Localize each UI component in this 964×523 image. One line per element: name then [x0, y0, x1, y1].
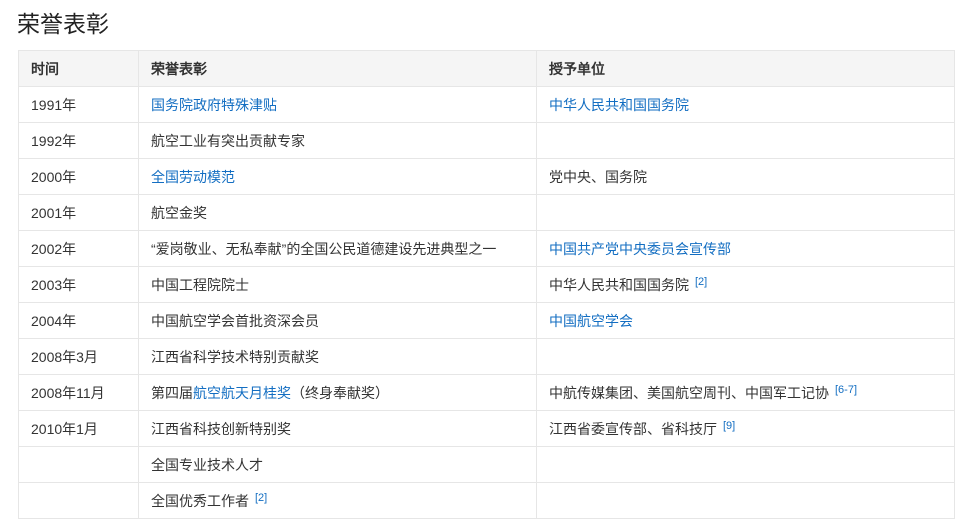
honor-text: 第四届: [151, 384, 193, 401]
table-row: 2001年 航空金奖: [18, 194, 955, 231]
table-row: 2004年 中国航空学会首批资深会员 中国航空学会: [18, 302, 955, 339]
table-row: 全国优秀工作者 [2]: [18, 482, 955, 519]
table-body: 1991年 国务院政府特殊津贴 中华人民共和国国务院 1992年 航空工业有突出贡献专家…: [18, 86, 955, 519]
cell-org: [536, 482, 955, 519]
page-title: 荣誉表彰: [17, 11, 109, 37]
table-row: 2002年 “爱岗敬业、无私奉献”的全国公民道德建设先进典型之一 中国共产党中央委员…: [18, 230, 955, 267]
honor-text: 中国航空学会首批资深会员: [151, 312, 319, 329]
cell-honor: 江西省科技创新特别奖: [138, 410, 537, 447]
cell-org: 中国航空学会: [536, 302, 955, 339]
cell-time: 2003年: [18, 266, 139, 303]
cell-time: 2010年1月: [18, 410, 139, 447]
cell-org: 中华人民共和国国务院: [536, 86, 955, 123]
table-row: 1992年 航空工业有突出贡献专家: [18, 122, 955, 159]
honor-text: 全国专业技术人才: [151, 456, 263, 473]
org-text: 江西省委宣传部、省科技厅: [549, 420, 717, 437]
cell-honor: 全国优秀工作者 [2]: [138, 482, 537, 519]
table-row: 2000年 全国劳动模范 党中央、国务院: [18, 158, 955, 195]
cell-org: [536, 194, 955, 231]
org-link[interactable]: 中国航空学会: [549, 313, 633, 329]
cell-time: 2000年: [18, 158, 139, 195]
table-row: 2003年 中国工程院院士 中华人民共和国国务院 [2]: [18, 266, 955, 303]
cell-time: 2004年: [18, 302, 139, 339]
citation-ref-link[interactable]: [6-7]: [835, 384, 857, 396]
cell-honor: 全国劳动模范: [138, 158, 537, 195]
org-text: 中航传媒集团、美国航空周刊、中国军工记协: [549, 384, 829, 401]
header-org: 授予单位: [536, 50, 955, 87]
cell-honor: 中国工程院院士: [138, 266, 537, 303]
honor-text: 全国优秀工作者: [151, 492, 249, 509]
header-honor: 荣誉表彰: [138, 50, 537, 87]
cell-time: [18, 446, 139, 483]
cell-time: 2008年11月: [18, 374, 139, 411]
cell-org: 江西省委宣传部、省科技厅 [9]: [536, 410, 955, 447]
cell-honor: “爱岗敬业、无私奉献”的全国公民道德建设先进典型之一: [138, 230, 537, 267]
cell-honor: 中国航空学会首批资深会员: [138, 302, 537, 339]
cell-honor: 航空工业有突出贡献专家: [138, 122, 537, 159]
honor-text: 江西省科学技术特别贡献奖: [151, 348, 319, 365]
honor-text: 中国工程院院士: [151, 276, 249, 293]
cell-time: [18, 482, 139, 519]
cell-org: [536, 338, 955, 375]
cell-time: 1991年: [18, 86, 139, 123]
cell-org: 党中央、国务院: [536, 158, 955, 195]
org-text: 党中央、国务院: [549, 168, 647, 185]
honor-text: 江西省科技创新特别奖: [151, 420, 291, 437]
honor-text: 航空工业有突出贡献专家: [151, 132, 305, 149]
table-row: 2010年1月 江西省科技创新特别奖 江西省委宣传部、省科技厅 [9]: [18, 410, 955, 447]
cell-org: 中华人民共和国国务院 [2]: [536, 266, 955, 303]
org-link[interactable]: 中国共产党中央委员会宣传部: [549, 241, 731, 257]
cell-honor: 国务院政府特殊津贴: [138, 86, 537, 123]
cell-org: 中航传媒集团、美国航空周刊、中国军工记协 [6-7]: [536, 374, 955, 411]
table-row: 2008年11月 第四届航空航天月桂奖（终身奉献奖） 中航传媒集团、美国航空周刊、中…: [18, 374, 955, 411]
honor-link[interactable]: 航空航天月桂奖: [193, 385, 291, 401]
cell-honor: 第四届航空航天月桂奖（终身奉献奖）: [138, 374, 537, 411]
citation-ref-link[interactable]: [2]: [255, 492, 267, 504]
cell-honor: 江西省科学技术特别贡献奖: [138, 338, 537, 375]
cell-honor: 航空金奖: [138, 194, 537, 231]
header-row: 时间 荣誉表彰 授予单位: [18, 50, 955, 87]
honor-text: （终身奉献奖）: [291, 384, 389, 401]
citation-ref-link[interactable]: [2]: [695, 276, 707, 288]
cell-time: 2008年3月: [18, 338, 139, 375]
table-row: 2008年3月 江西省科学技术特别贡献奖: [18, 338, 955, 375]
org-text: 中华人民共和国国务院: [549, 276, 689, 293]
cell-honor: 全国专业技术人才: [138, 446, 537, 483]
honor-link[interactable]: 全国劳动模范: [151, 169, 235, 185]
cell-org: [536, 122, 955, 159]
cell-org: 中国共产党中央委员会宣传部: [536, 230, 955, 267]
cell-org: [536, 446, 955, 483]
honor-table: 时间 荣誉表彰 授予单位 1991年 国务院政府特殊津贴 中华人民共和国国务院 199…: [18, 50, 955, 519]
cell-time: 2001年: [18, 194, 139, 231]
cell-time: 1992年: [18, 122, 139, 159]
citation-ref-link[interactable]: [9]: [723, 420, 735, 432]
honor-link[interactable]: 国务院政府特殊津贴: [151, 97, 277, 113]
table-row: 1991年 国务院政府特殊津贴 中华人民共和国国务院: [18, 86, 955, 123]
table-row: 全国专业技术人才: [18, 446, 955, 483]
cell-time: 2002年: [18, 230, 139, 267]
header-time: 时间: [18, 50, 139, 87]
org-link[interactable]: 中华人民共和国国务院: [549, 97, 689, 113]
honor-text: “爱岗敬业、无私奉献”的全国公民道德建设先进典型之一: [151, 240, 497, 257]
honor-text: 航空金奖: [151, 204, 207, 221]
